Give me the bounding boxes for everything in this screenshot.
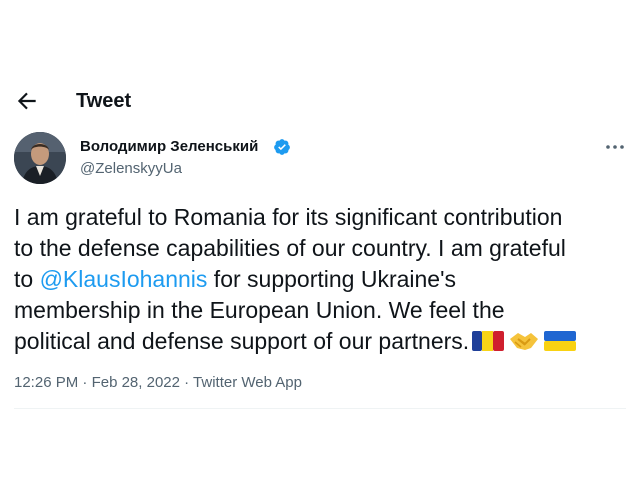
- author-handle[interactable]: @ZelenskyyUa: [80, 160, 182, 178]
- tweet-text: I am grateful to Romania for its signifi…: [14, 202, 634, 357]
- tweet-time[interactable]: 12:26 PM: [14, 374, 78, 391]
- tweet-line: I am grateful to Romania for its signifi…: [14, 204, 563, 230]
- tweet-meta: 12:26 PM · Feb 28, 2022 · Twitter Web Ap…: [14, 374, 302, 392]
- flag-romania-icon: [472, 331, 505, 351]
- handshake-icon: [510, 333, 539, 350]
- verified-badge-icon: [274, 139, 290, 155]
- mention-link[interactable]: @KlausIohannis: [40, 266, 208, 292]
- tweet-line: membership in the European Union. We fee…: [14, 297, 505, 323]
- flag-ukraine-icon: [544, 331, 577, 351]
- more-horizontal-icon[interactable]: [604, 138, 626, 156]
- tweet-source[interactable]: Twitter Web App: [193, 374, 302, 391]
- tweet-date[interactable]: Feb 28, 2022: [92, 374, 180, 391]
- divider: [14, 408, 626, 409]
- avatar-image: [14, 132, 66, 184]
- meta-separator: ·: [179, 374, 194, 391]
- tweet-author: Володимир Зеленський @ZelenskyyUa: [0, 128, 640, 188]
- tweet-header: Tweet: [0, 82, 640, 122]
- author-display-name[interactable]: Володимир Зеленський: [80, 138, 258, 156]
- tweet-text-segment: to: [14, 266, 40, 292]
- meta-separator: ·: [78, 374, 92, 391]
- tweet-text-segment: for supporting Ukraine's: [207, 266, 456, 292]
- arrow-left-icon[interactable]: [14, 88, 40, 114]
- avatar[interactable]: [14, 132, 66, 184]
- tweet-line: to the defense capabilities of our count…: [14, 235, 566, 261]
- page-title: Tweet: [76, 90, 132, 112]
- tweet-line: to @KlausIohannis for supporting Ukraine…: [14, 264, 634, 295]
- tweet-line: political and defense support of our par…: [14, 326, 634, 357]
- tweet-text-segment: political and defense support of our par…: [14, 328, 470, 354]
